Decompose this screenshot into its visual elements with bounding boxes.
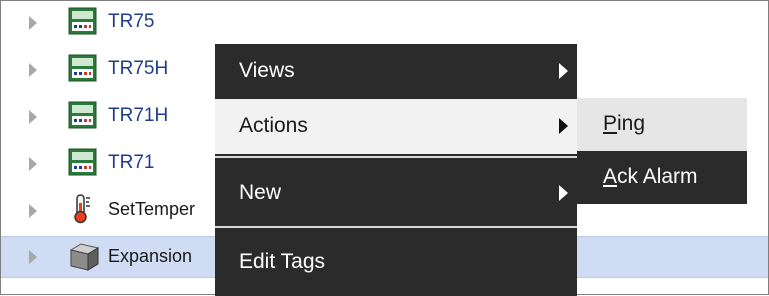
menu-item-label: Actions xyxy=(239,114,308,137)
expand-arrow-icon[interactable] xyxy=(29,204,37,218)
tree-view: TR75 TR75H TR71H TR71 SetTemper Expansio… xyxy=(0,0,769,296)
controller-icon xyxy=(68,7,97,35)
controller-icon xyxy=(68,148,97,176)
submenu-item-label: Ack Alarm xyxy=(603,165,698,189)
menu-item-views[interactable]: Views xyxy=(215,44,577,99)
tree-row-label[interactable]: SetTemper xyxy=(108,199,195,220)
menu-separator xyxy=(215,226,577,228)
submenu-arrow-icon xyxy=(559,63,568,79)
actions-submenu: Ping Ack Alarm xyxy=(577,98,747,204)
thermometer-icon xyxy=(68,194,97,224)
label-rest: ck Alarm xyxy=(617,165,698,188)
expand-arrow-icon[interactable] xyxy=(29,250,37,264)
submenu-item-ping[interactable]: Ping xyxy=(577,98,747,151)
submenu-arrow-icon xyxy=(559,185,568,201)
box-icon xyxy=(68,242,100,271)
tree-row-label[interactable]: TR71 xyxy=(108,152,154,174)
tree-row-label[interactable]: TR71H xyxy=(108,105,168,127)
tree-row-label[interactable]: TR75H xyxy=(108,58,168,80)
menu-separator xyxy=(215,156,577,158)
submenu-arrow-icon xyxy=(559,118,568,134)
menu-item-label: Views xyxy=(239,59,295,82)
controller-icon xyxy=(68,54,97,82)
submenu-item-label: Ping xyxy=(603,112,645,136)
tree-row-label[interactable]: Expansion xyxy=(108,246,192,267)
tree-row-tr75[interactable]: TR75 xyxy=(1,1,768,43)
controller-icon xyxy=(68,101,97,129)
menu-item-actions[interactable]: Actions xyxy=(215,99,577,154)
expand-arrow-icon[interactable] xyxy=(29,63,37,77)
mnemonic-letter: P xyxy=(603,112,618,135)
expand-arrow-icon[interactable] xyxy=(29,157,37,171)
tree-row-label[interactable]: TR75 xyxy=(108,11,154,33)
menu-item-edit-tags[interactable]: Edit Tags xyxy=(215,234,577,289)
menu-item-label: New xyxy=(239,181,282,204)
menu-item-label: Edit Tags xyxy=(239,250,325,273)
expand-arrow-icon[interactable] xyxy=(29,16,37,30)
expand-arrow-icon[interactable] xyxy=(29,110,37,124)
submenu-item-ack-alarm[interactable]: Ack Alarm xyxy=(577,151,747,204)
mnemonic-letter: A xyxy=(603,165,618,188)
menu-item-new[interactable]: New xyxy=(215,164,577,219)
context-menu: Views Actions New Edit Tags xyxy=(215,44,577,296)
label-rest: ing xyxy=(617,112,646,135)
